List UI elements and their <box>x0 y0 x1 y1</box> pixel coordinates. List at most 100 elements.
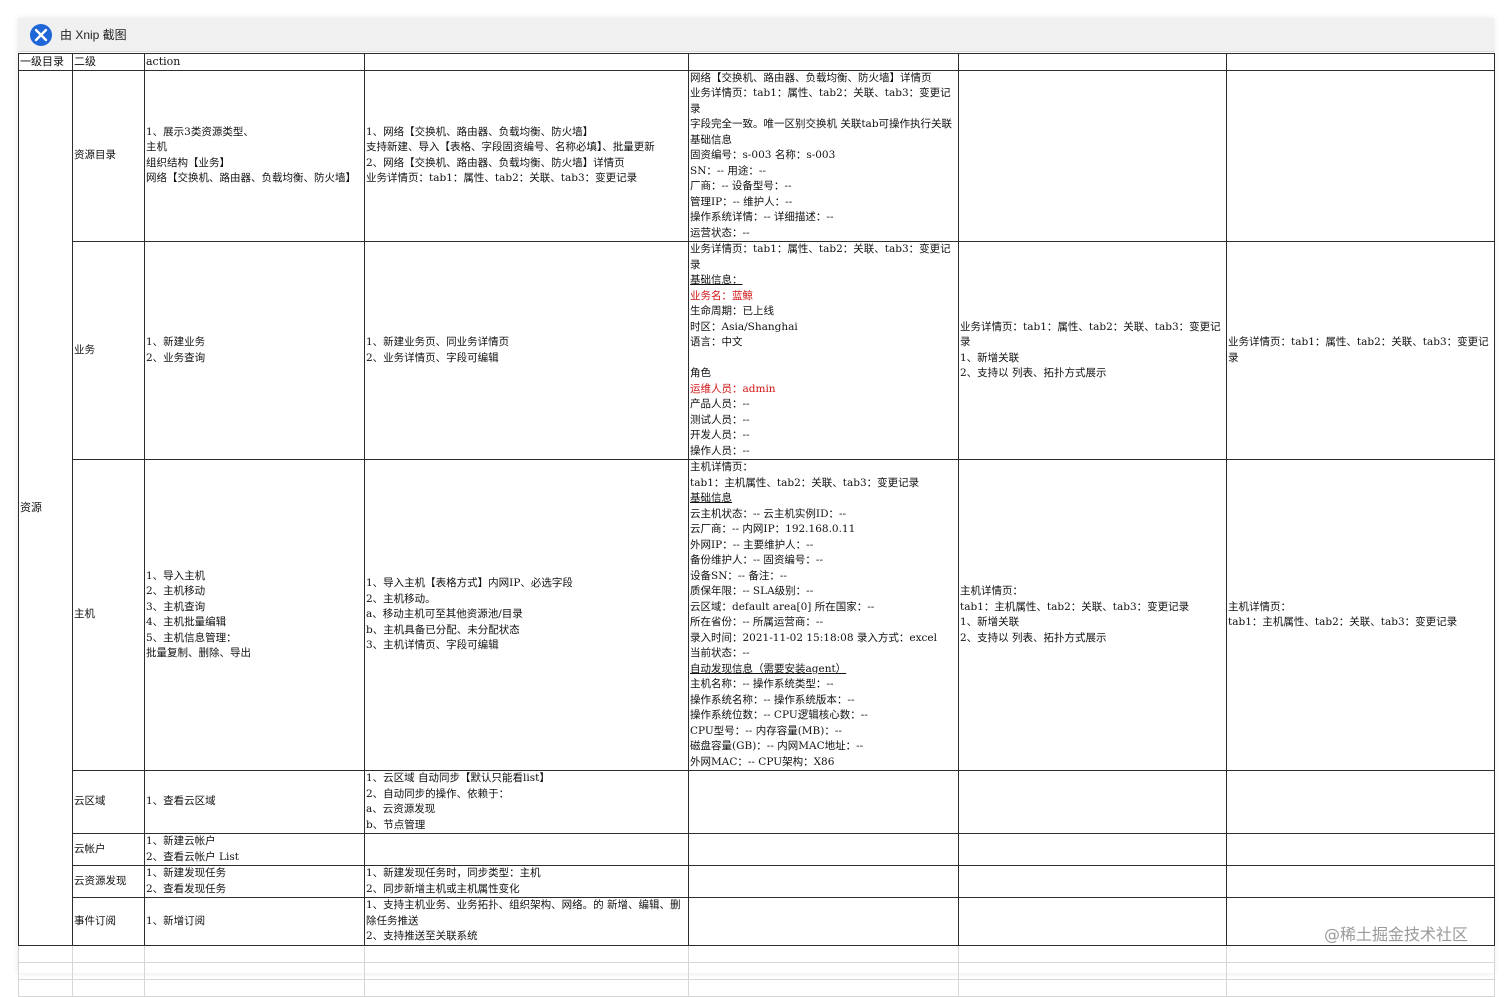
field-line <box>690 351 957 367</box>
empty-cell[interactable] <box>1226 978 1495 997</box>
row-name-cell[interactable]: 资源目录 <box>72 69 145 242</box>
empty-cell[interactable] <box>72 944 145 963</box>
action-cell[interactable]: 1、新建发现任务 2、查看发现任务 <box>144 865 365 898</box>
field-line: 生命周期：已上线 <box>690 305 774 317</box>
related-cell[interactable]: 主机详情页： tab1：主机属性、tab2：关联、tab3：变更记录 1、新增关… <box>958 459 1227 771</box>
related-cell[interactable] <box>958 897 1227 946</box>
table-row: 业务 1、新建业务 2、业务查询 1、新建业务页、同业务详情页 2、业务详情页、… <box>19 241 1495 460</box>
action-cell[interactable]: 1、新建云帐户 2、查看云帐户 List <box>144 833 365 866</box>
empty-cell[interactable] <box>144 978 365 997</box>
empty-cell[interactable] <box>364 978 689 997</box>
empty-row <box>18 978 1495 997</box>
related-cell[interactable]: 业务详情页：tab1：属性、tab2：关联、tab3：变更记录 1、新增关联 2… <box>958 241 1227 460</box>
extra-cell[interactable]: 业务详情页：tab1：属性、tab2：关联、tab3：变更记录 <box>1226 241 1495 460</box>
empty-cell[interactable] <box>72 978 145 997</box>
empty-cell[interactable] <box>144 961 365 980</box>
action-cell[interactable]: 1、查看云区域 <box>144 770 365 834</box>
row-name-cell[interactable]: 业务 <box>72 241 145 460</box>
field-line: 质保年限：-- SLA级别：-- <box>690 585 814 597</box>
xnip-logo-icon <box>30 23 52 46</box>
related-cell[interactable] <box>958 69 1227 242</box>
fields-cell[interactable] <box>688 865 959 898</box>
related-cell[interactable] <box>958 770 1227 834</box>
empty-cell[interactable] <box>18 944 73 963</box>
extra-cell[interactable] <box>1226 833 1495 866</box>
header-level2[interactable]: 二级 <box>72 53 145 71</box>
field-line: 主机详情页： <box>690 461 753 473</box>
detail-cell[interactable]: 1、导入主机【表格方式】内网IP、必选字段 2、主机移动。 a、移动主机可至其他… <box>364 459 689 771</box>
action-cell[interactable]: 1、新增订阅 <box>144 897 365 946</box>
header-level1[interactable]: 一级目录 <box>18 53 73 71</box>
table-row: 主机 1、导入主机 2、主机移动 3、主机查询 4、主机批量编辑 5、主机信息管… <box>19 459 1495 771</box>
empty-row <box>18 961 1495 980</box>
empty-cell[interactable] <box>958 978 1227 997</box>
field-line: 外网MAC：-- CPU架构：X86 <box>690 755 835 768</box>
action-cell[interactable]: 1、展示3类资源类型、 主机 组织结构【业务】 网络【交换机、路由器、负载均衡、… <box>144 69 365 242</box>
field-line: 云主机状态：-- 云主机实例ID：-- <box>690 507 847 520</box>
row-name-cell[interactable]: 事件订阅 <box>72 897 145 946</box>
table-row: 事件订阅 1、新增订阅 1、支持主机业务、业务拓扑、组织架构、网络。的 新增、编… <box>19 897 1495 946</box>
extra-cell[interactable] <box>1226 69 1495 242</box>
empty-cell[interactable] <box>688 978 959 997</box>
field-line: 操作系统位数：-- CPU逻辑核心数：-- <box>690 709 868 721</box>
detail-cell[interactable] <box>364 833 689 866</box>
title-bar: 由 Xnip 截图 <box>18 18 1494 52</box>
field-line: 所在省份：-- 所属运营商：-- <box>690 616 824 628</box>
row-name-cell[interactable]: 云区域 <box>72 770 145 834</box>
requirements-table: 一级目录 二级 action 资源 资源目录 1、展示3类资源类型、 主机 组织… <box>18 53 1495 997</box>
empty-cell[interactable] <box>1226 944 1495 963</box>
table-row: 资源 资源目录 1、展示3类资源类型、 主机 组织结构【业务】 网络【交换机、路… <box>18 69 1495 946</box>
header-col6[interactable] <box>958 53 1227 71</box>
detail-cell[interactable]: 1、网络【交换机、路由器、负载均衡、防火墙】 支持新建、导入【表格、字段固资编号… <box>364 69 689 242</box>
field-line: CPU型号：-- 内存容量(MB)：-- <box>690 724 842 737</box>
field-line: 云区域：default area[0] 所在国家：-- <box>690 600 875 613</box>
action-cell[interactable]: 1、新建业务 2、业务查询 <box>144 241 365 460</box>
window-title: 由 Xnip 截图 <box>60 28 127 42</box>
detail-cell[interactable]: 1、新建业务页、同业务详情页 2、业务详情页、字段可编辑 <box>364 241 689 460</box>
fields-cell[interactable]: 主机详情页： tab1：主机属性、tab2：关联、tab3：变更记录 基础信息 … <box>688 459 959 771</box>
field-line: 产品人员：-- <box>690 398 750 410</box>
extra-cell[interactable]: 主机详情页： tab1：主机属性、tab2：关联、tab3：变更记录 <box>1226 459 1495 771</box>
extra-cell[interactable] <box>1226 865 1495 898</box>
row-name-cell[interactable]: 云资源发现 <box>72 865 145 898</box>
fields-cell[interactable]: 网络【交换机、路由器、负载均衡、防火墙】详情页 业务详情页：tab1：属性、ta… <box>688 69 959 242</box>
field-line: 基础信息 <box>690 492 732 504</box>
empty-cell[interactable] <box>1226 961 1495 980</box>
empty-cell[interactable] <box>958 944 1227 963</box>
header-col4[interactable] <box>364 53 689 71</box>
row-name-cell[interactable]: 云帐户 <box>72 833 145 866</box>
empty-cell[interactable] <box>364 961 689 980</box>
empty-cell[interactable] <box>18 978 73 997</box>
detail-cell[interactable]: 1、云区域 自动同步【默认只能看list】 2、自动同步的操作、依赖于： a、云… <box>364 770 689 834</box>
empty-cell[interactable] <box>688 944 959 963</box>
empty-cell[interactable] <box>72 961 145 980</box>
empty-cell[interactable] <box>144 944 365 963</box>
fields-cell[interactable] <box>688 897 959 946</box>
related-cell[interactable] <box>958 833 1227 866</box>
field-line: 外网IP：-- 主要维护人：-- <box>690 538 814 551</box>
field-line: 当前状态：-- <box>690 647 750 659</box>
table-row: 云帐户 1、新建云帐户 2、查看云帐户 List <box>19 833 1495 866</box>
header-action[interactable]: action <box>144 53 365 71</box>
level1-cell[interactable]: 资源 <box>18 69 73 946</box>
fields-cell[interactable] <box>688 833 959 866</box>
related-cell[interactable] <box>958 865 1227 898</box>
empty-cell[interactable] <box>688 961 959 980</box>
action-cell[interactable]: 1、导入主机 2、主机移动 3、主机查询 4、主机批量编辑 5、主机信息管理： … <box>144 459 365 771</box>
fields-cell[interactable]: 业务详情页：tab1：属性、tab2：关联、tab3：变更记录 基础信息： 业务… <box>688 241 959 460</box>
empty-cell[interactable] <box>958 961 1227 980</box>
header-col5[interactable] <box>688 53 959 71</box>
field-line: 运维人员：admin <box>690 382 776 395</box>
table-row: 云资源发现 1、新建发现任务 2、查看发现任务 1、新建发现任务时，同步类型：主… <box>19 865 1495 898</box>
field-line: 业务名：蓝鲸 <box>690 289 753 302</box>
empty-cell[interactable] <box>18 961 73 980</box>
row-name-cell[interactable]: 主机 <box>72 459 145 771</box>
detail-cell[interactable]: 1、新建发现任务时，同步类型：主机 2、同步新增主机或主机属性变化 <box>364 865 689 898</box>
empty-cell[interactable] <box>364 944 689 963</box>
fields-cell[interactable] <box>688 770 959 834</box>
extra-cell[interactable] <box>1226 770 1495 834</box>
header-col7[interactable] <box>1226 53 1495 71</box>
detail-cell[interactable]: 1、支持主机业务、业务拓扑、组织架构、网络。的 新增、编辑、删除任务推送 2、支… <box>364 897 689 946</box>
field-line: 角色 <box>690 367 711 379</box>
field-line: 语言：中文 <box>690 336 743 348</box>
